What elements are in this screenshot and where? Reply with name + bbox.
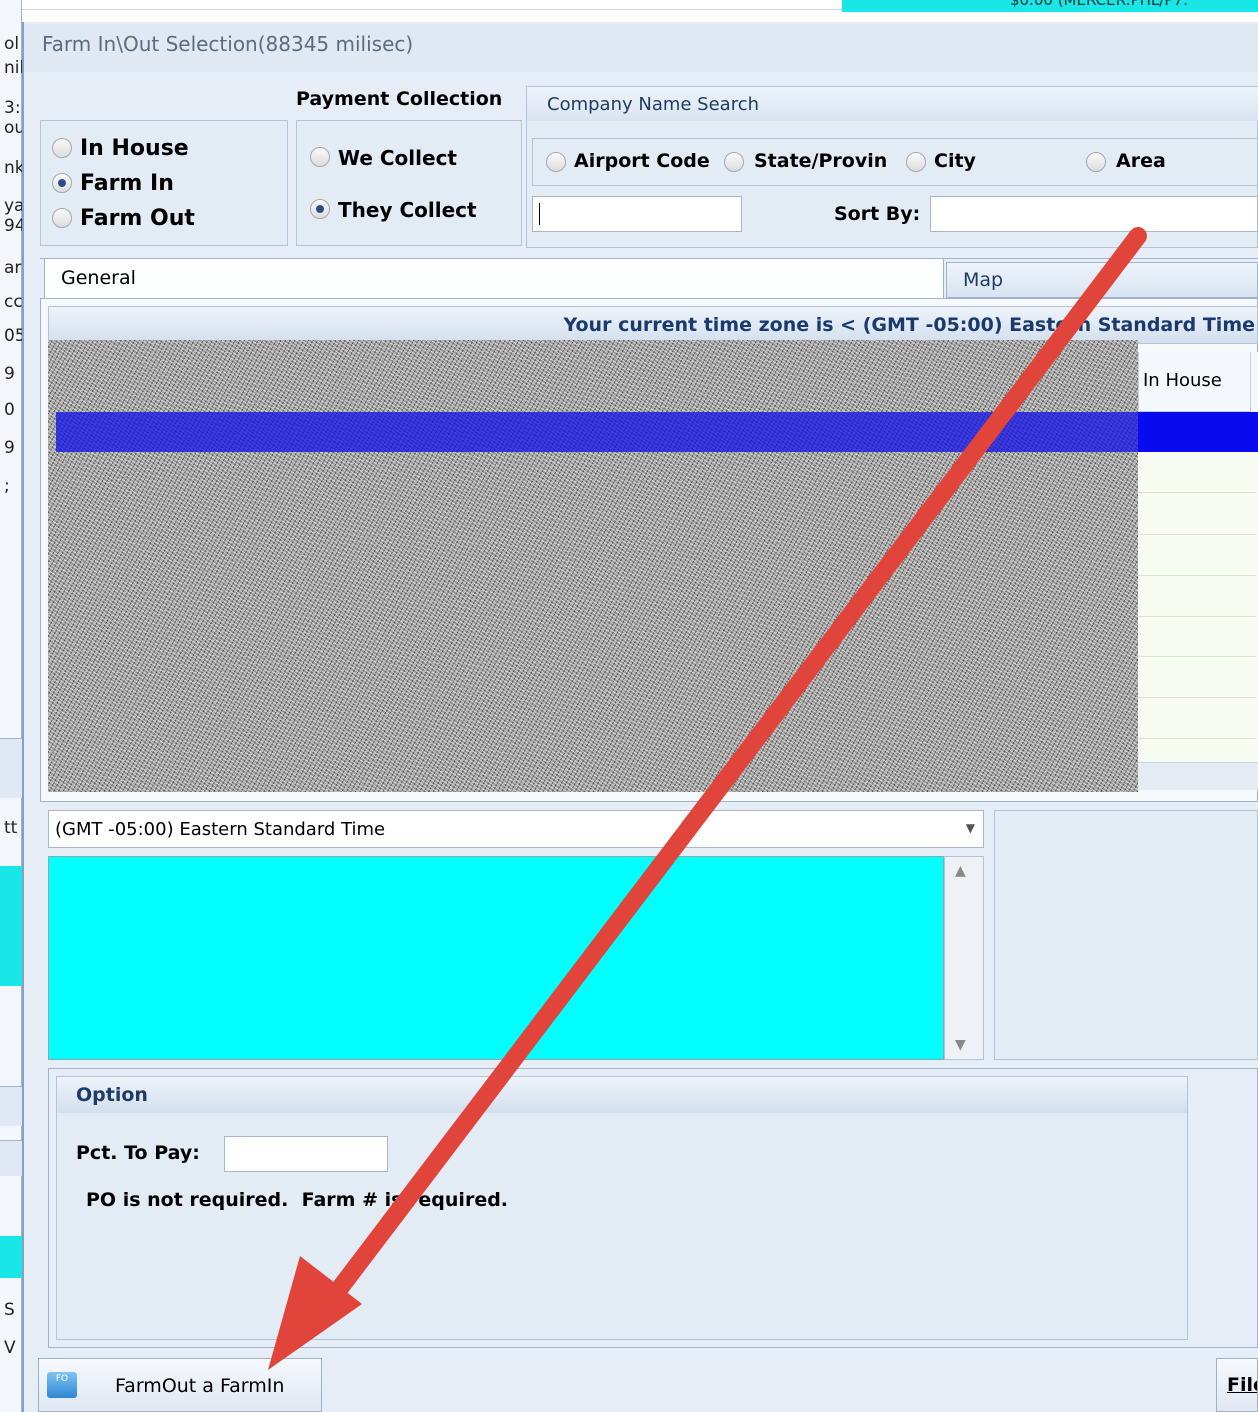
row-divider xyxy=(1138,616,1256,617)
side-panel xyxy=(994,810,1258,1060)
radio-circle xyxy=(52,173,72,193)
grid-horizontal-scrollbar[interactable] xyxy=(1138,762,1258,790)
chevron-down-icon[interactable]: ▼ xyxy=(966,821,975,835)
radio-circle xyxy=(906,152,926,172)
radio-label: Farm In xyxy=(80,171,174,196)
notes-textarea[interactable] xyxy=(48,856,944,1060)
sort-by-label: Sort By: xyxy=(834,203,921,225)
button-label: FarmOut a FarmIn xyxy=(115,1375,285,1397)
tab-label: General xyxy=(61,267,136,289)
column-header-edge xyxy=(1250,352,1258,412)
radio-circle xyxy=(310,147,330,167)
background-window-left: ol nil 3: ou nk ya 94 ar cc 05 9 0 9 ; t… xyxy=(0,0,22,1412)
bg-cyan-block xyxy=(0,866,22,986)
radio-label: They Collect xyxy=(338,198,477,222)
bg-block xyxy=(0,738,22,798)
row-divider xyxy=(1138,575,1256,576)
radio-circle xyxy=(546,152,566,172)
background-top-text: $0.00 (MERCER:PHL/P7: xyxy=(1010,0,1189,9)
file-button[interactable]: File xyxy=(1216,1358,1258,1412)
row-divider xyxy=(1138,534,1256,535)
bg-fragment: V xyxy=(4,1338,16,1358)
column-header-label: In House xyxy=(1143,370,1222,391)
tab-map[interactable]: Map xyxy=(946,262,1258,298)
redacted-selected-row xyxy=(56,412,1138,452)
time-zone-banner: Your current time zone is < (GMT -05:00)… xyxy=(48,306,1258,344)
column-header-in-house[interactable]: In House xyxy=(1138,352,1250,412)
bg-fragment: S xyxy=(4,1300,15,1320)
bg-fragment: ar xyxy=(4,258,22,278)
bg-fragment: 0 xyxy=(4,400,15,420)
radio-label: We Collect xyxy=(338,146,457,170)
bg-fragment: tt xyxy=(4,818,18,838)
notes-scrollbar[interactable]: ▲ ▼ xyxy=(944,856,984,1060)
time-zone-value: (GMT -05:00) Eastern Standard Time xyxy=(55,819,386,840)
text-cursor xyxy=(539,203,540,225)
radio-circle xyxy=(724,152,744,172)
sort-by-field[interactable] xyxy=(930,196,1258,232)
radio-label: In House xyxy=(80,136,189,161)
pct-to-pay-input[interactable] xyxy=(224,1136,388,1172)
bg-block xyxy=(0,1140,22,1176)
option-header: Option xyxy=(76,1084,148,1106)
bg-fragment: nk xyxy=(4,158,22,178)
dialog-title: Farm In\Out Selection(88345 milisec) xyxy=(42,32,414,56)
radio-circle xyxy=(52,138,72,158)
bg-fragment: 9 xyxy=(4,438,15,458)
selected-row-highlight[interactable] xyxy=(1138,412,1258,452)
grid-rows-area[interactable] xyxy=(1138,452,1258,762)
bg-fragment: 94 xyxy=(4,216,22,236)
bg-cyan-block xyxy=(0,1236,22,1278)
tab-general[interactable]: General xyxy=(44,258,944,298)
farmout-icon: FO xyxy=(47,1372,77,1398)
tab-label: Map xyxy=(963,269,1004,291)
redacted-grid-region xyxy=(48,340,1138,792)
farmout-icon-text: FO xyxy=(55,1374,69,1384)
bg-fragment: nil xyxy=(4,58,22,78)
scroll-down-icon[interactable]: ▼ xyxy=(955,1037,966,1053)
radio-label: City xyxy=(934,150,976,172)
row-divider xyxy=(1138,697,1256,698)
bg-fragment: 05 xyxy=(4,326,22,346)
radio-state-province[interactable]: State/Provin xyxy=(724,150,906,176)
po-requirement-message: PO is not required. Farm # is required. xyxy=(86,1189,509,1211)
bg-fragment: cc xyxy=(4,292,22,312)
scroll-up-icon[interactable]: ▲ xyxy=(955,863,966,879)
time-zone-select[interactable]: (GMT -05:00) Eastern Standard Time ▼ xyxy=(48,810,984,848)
bg-fragment: 9 xyxy=(4,364,15,384)
bg-fragment: 3: xyxy=(4,98,21,118)
bg-fragment: ya xyxy=(4,196,22,216)
banner-text: Your current time zone is < (GMT -05:00)… xyxy=(563,314,1255,336)
option-header-bar xyxy=(57,1077,1187,1113)
radio-label: Airport Code xyxy=(574,150,710,172)
bg-fragment: ol xyxy=(4,34,20,54)
company-search-header: Company Name Search xyxy=(547,94,760,115)
button-label: File xyxy=(1227,1374,1257,1396)
radio-label: State/Provin xyxy=(754,150,888,172)
bg-block xyxy=(0,1086,22,1126)
radio-circle xyxy=(1086,152,1106,172)
payment-collection-group xyxy=(296,120,522,246)
radio-circle xyxy=(52,208,72,228)
payment-collection-header: Payment Collection xyxy=(296,88,503,110)
row-divider xyxy=(1138,656,1256,657)
radio-circle xyxy=(310,199,330,219)
radio-label: Area xyxy=(1116,150,1166,172)
row-divider xyxy=(1138,738,1256,739)
radio-label: Farm Out xyxy=(80,206,195,231)
bg-fragment: ; xyxy=(4,476,10,496)
company-search-input[interactable] xyxy=(532,196,742,232)
farmout-a-farmin-button[interactable]: FO FarmOut a FarmIn xyxy=(38,1358,322,1412)
pct-to-pay-label: Pct. To Pay: xyxy=(76,1142,200,1164)
bg-fragment: ou xyxy=(4,118,22,138)
row-divider xyxy=(1138,492,1256,493)
